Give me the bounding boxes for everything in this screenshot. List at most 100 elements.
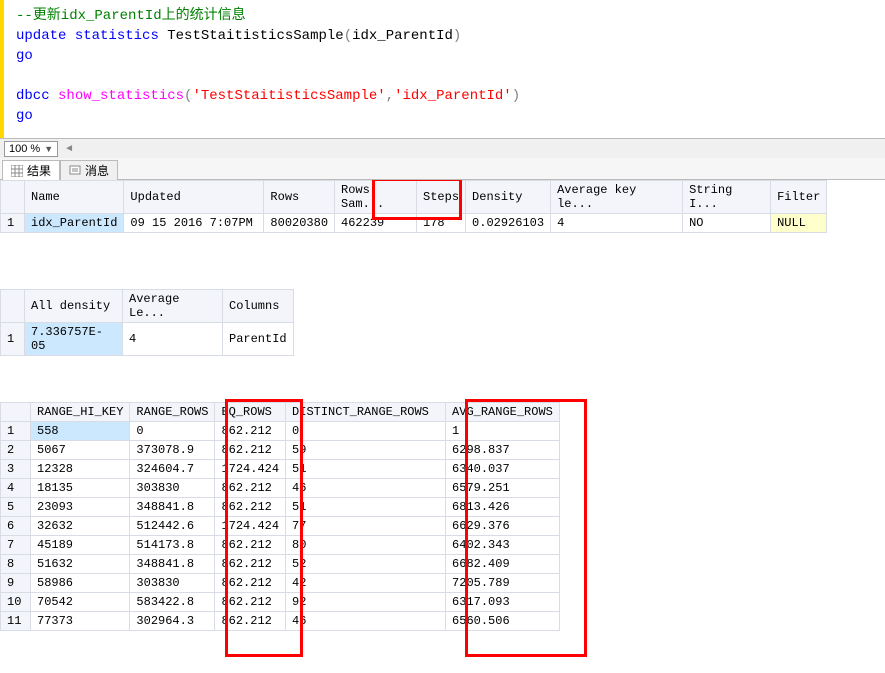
cell-eq-rows[interactable]: 862.212: [215, 555, 286, 574]
table-row[interactable]: 1 idx_ParentId 09 15 2016 7:07PM 8002038…: [1, 214, 827, 233]
table-row[interactable]: 745189514173.8862.212806402.343: [1, 536, 560, 555]
cell-avg-key-len[interactable]: 4: [551, 214, 683, 233]
col-avg-range-rows[interactable]: AVG_RANGE_ROWS: [446, 403, 560, 422]
cell-range-hi-key[interactable]: 12328: [31, 460, 130, 479]
table-row[interactable]: 523093348841.8862.212516813.426: [1, 498, 560, 517]
col-avg-length[interactable]: Average Le...: [123, 290, 223, 323]
cell-range-rows[interactable]: 324604.7: [130, 460, 215, 479]
cell-avg-range-rows[interactable]: 6402.343: [446, 536, 560, 555]
cell-eq-rows[interactable]: 862.212: [215, 498, 286, 517]
table-row[interactable]: 1070542583422.8862.212926317.093: [1, 593, 560, 612]
cell-eq-rows[interactable]: 1724.424: [215, 460, 286, 479]
cell-range-rows[interactable]: 512442.6: [130, 517, 215, 536]
row-number[interactable]: 9: [1, 574, 31, 593]
row-number[interactable]: 11: [1, 612, 31, 631]
cell-range-hi-key[interactable]: 77373: [31, 612, 130, 631]
cell-distinct-range-rows[interactable]: 0: [286, 422, 446, 441]
cell-range-hi-key[interactable]: 32632: [31, 517, 130, 536]
cell-eq-rows[interactable]: 862.212: [215, 536, 286, 555]
cell-eq-rows[interactable]: 862.212: [215, 479, 286, 498]
cell-range-rows[interactable]: 303830: [130, 574, 215, 593]
col-avg-key-len[interactable]: Average key le...: [551, 181, 683, 214]
cell-range-rows[interactable]: 302964.3: [130, 612, 215, 631]
cell-distinct-range-rows[interactable]: 77: [286, 517, 446, 536]
col-eq-rows[interactable]: EQ_ROWS: [215, 403, 286, 422]
tab-results[interactable]: 结果: [2, 160, 60, 180]
cell-range-rows[interactable]: 348841.8: [130, 498, 215, 517]
row-number[interactable]: 1: [1, 214, 25, 233]
cell-steps[interactable]: 178: [417, 214, 466, 233]
col-rows-sampled[interactable]: Rows Sam...: [335, 181, 417, 214]
grid-corner[interactable]: [1, 290, 25, 323]
sql-editor[interactable]: --更新idx_ParentId上的统计信息 update statistics…: [0, 0, 885, 138]
cell-eq-rows[interactable]: 1724.424: [215, 517, 286, 536]
cell-filter[interactable]: NULL: [771, 214, 827, 233]
cell-columns[interactable]: ParentId: [223, 323, 294, 356]
col-range-hi-key[interactable]: RANGE_HI_KEY: [31, 403, 130, 422]
col-filter[interactable]: Filter: [771, 181, 827, 214]
tab-messages[interactable]: 消息: [60, 160, 118, 180]
col-string-index[interactable]: String I...: [683, 181, 771, 214]
col-name[interactable]: Name: [25, 181, 124, 214]
table-row[interactable]: 15580862.21201: [1, 422, 560, 441]
row-number[interactable]: 7: [1, 536, 31, 555]
cell-range-rows[interactable]: 514173.8: [130, 536, 215, 555]
col-range-rows[interactable]: RANGE_ROWS: [130, 403, 215, 422]
cell-eq-rows[interactable]: 862.212: [215, 574, 286, 593]
cell-distinct-range-rows[interactable]: 51: [286, 498, 446, 517]
cell-avg-length[interactable]: 4: [123, 323, 223, 356]
row-number[interactable]: 2: [1, 441, 31, 460]
cell-range-hi-key[interactable]: 5067: [31, 441, 130, 460]
cell-distinct-range-rows[interactable]: 92: [286, 593, 446, 612]
row-number[interactable]: 1: [1, 422, 31, 441]
cell-avg-range-rows[interactable]: 6682.409: [446, 555, 560, 574]
cell-range-hi-key[interactable]: 23093: [31, 498, 130, 517]
table-row[interactable]: 25067373078.9862.212596298.837: [1, 441, 560, 460]
cell-avg-range-rows[interactable]: 6317.093: [446, 593, 560, 612]
cell-range-hi-key[interactable]: 51632: [31, 555, 130, 574]
cell-string-index[interactable]: NO: [683, 214, 771, 233]
cell-avg-range-rows[interactable]: 6629.376: [446, 517, 560, 536]
cell-avg-range-rows[interactable]: 7205.789: [446, 574, 560, 593]
cell-distinct-range-rows[interactable]: 42: [286, 574, 446, 593]
cell-range-hi-key[interactable]: 70542: [31, 593, 130, 612]
cell-distinct-range-rows[interactable]: 80: [286, 536, 446, 555]
cell-range-rows[interactable]: 373078.9: [130, 441, 215, 460]
cell-distinct-range-rows[interactable]: 59: [286, 441, 446, 460]
row-number[interactable]: 5: [1, 498, 31, 517]
col-updated[interactable]: Updated: [124, 181, 264, 214]
cell-all-density[interactable]: 7.336757E-05: [25, 323, 123, 356]
cell-avg-range-rows[interactable]: 6813.426: [446, 498, 560, 517]
cell-range-rows[interactable]: 583422.8: [130, 593, 215, 612]
cell-rows[interactable]: 80020380: [264, 214, 335, 233]
cell-eq-rows[interactable]: 862.212: [215, 441, 286, 460]
row-number[interactable]: 1: [1, 323, 25, 356]
cell-distinct-range-rows[interactable]: 46: [286, 479, 446, 498]
cell-avg-range-rows[interactable]: 6579.251: [446, 479, 560, 498]
cell-range-hi-key[interactable]: 45189: [31, 536, 130, 555]
cell-avg-range-rows[interactable]: 6340.037: [446, 460, 560, 479]
col-columns[interactable]: Columns: [223, 290, 294, 323]
cell-eq-rows[interactable]: 862.212: [215, 593, 286, 612]
table-row[interactable]: 1177373302964.3862.212466560.506: [1, 612, 560, 631]
col-steps[interactable]: Steps: [417, 181, 466, 214]
cell-updated[interactable]: 09 15 2016 7:07PM: [124, 214, 264, 233]
cell-range-rows[interactable]: 303830: [130, 479, 215, 498]
table-row[interactable]: 958986303830862.212427205.789: [1, 574, 560, 593]
cell-range-hi-key[interactable]: 18135: [31, 479, 130, 498]
col-rows[interactable]: Rows: [264, 181, 335, 214]
row-number[interactable]: 4: [1, 479, 31, 498]
cell-density[interactable]: 0.02926103: [466, 214, 551, 233]
row-number[interactable]: 3: [1, 460, 31, 479]
col-density[interactable]: Density: [466, 181, 551, 214]
cell-distinct-range-rows[interactable]: 46: [286, 612, 446, 631]
cell-name[interactable]: idx_ParentId: [25, 214, 124, 233]
cell-eq-rows[interactable]: 862.212: [215, 422, 286, 441]
row-number[interactable]: 8: [1, 555, 31, 574]
cell-avg-range-rows[interactable]: 6298.837: [446, 441, 560, 460]
grid-corner[interactable]: [1, 403, 31, 422]
col-all-density[interactable]: All density: [25, 290, 123, 323]
col-distinct-range-rows[interactable]: DISTINCT_RANGE_ROWS: [286, 403, 446, 422]
cell-distinct-range-rows[interactable]: 51: [286, 460, 446, 479]
table-row[interactable]: 312328324604.71724.424516340.037: [1, 460, 560, 479]
